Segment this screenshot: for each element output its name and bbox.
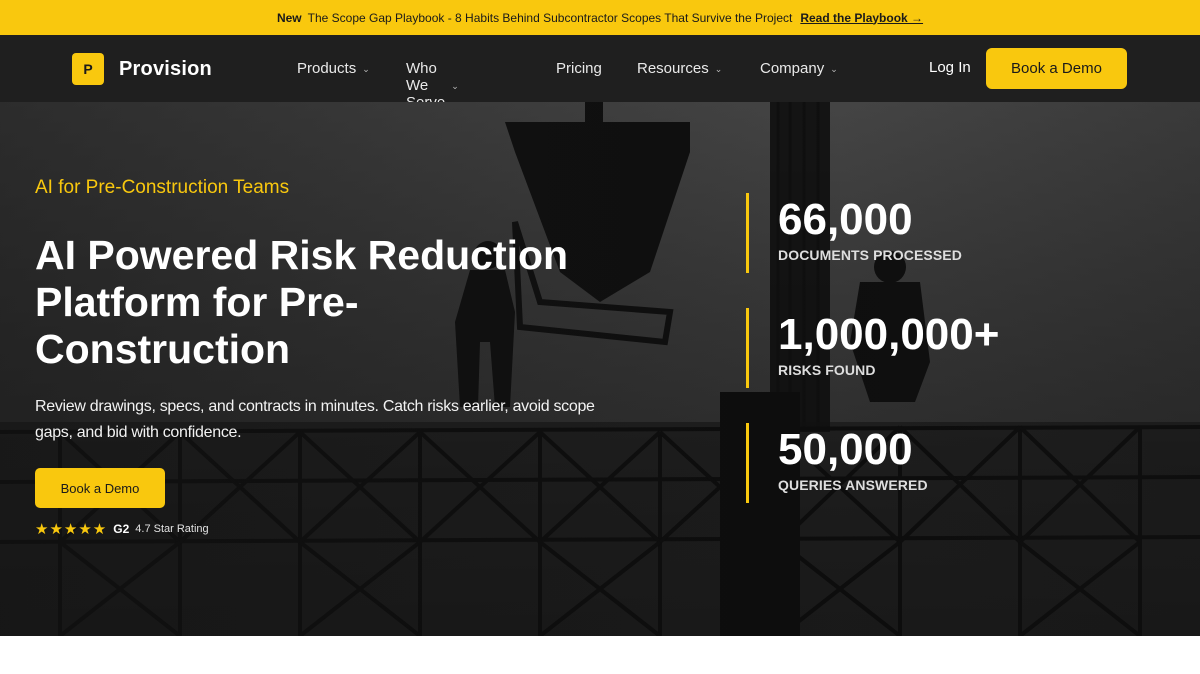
nav-item-resources[interactable]: Resources ⌄ [637,60,722,77]
stat-accent-bar [746,308,749,388]
nav-item-label: Resources [637,60,709,77]
chevron-down-icon: ⌄ [362,63,370,74]
logo-mark: P [72,53,104,85]
stat-risks: 1,000,000+ RISKS FOUND [746,308,1066,388]
nav-item-label: Products [297,60,357,77]
chevron-down-icon: ⌄ [830,63,838,74]
chevron-down-icon: ⌄ [451,80,459,91]
nav-item-label: Company [760,60,825,77]
stat-accent-bar [746,193,749,273]
nav-item-label: Pricing [556,60,602,77]
nav-item-products[interactable]: Products ⌄ [297,60,370,77]
hero-book-demo-button[interactable]: Book a Demo [35,468,165,508]
announcement-tag: New [276,10,302,25]
stat-accent-bar [746,423,749,503]
stat-label: QUERIES ANSWERED [778,477,928,493]
hero-subtext: Review drawings, specs, and contracts in… [35,398,595,441]
g2-logo: G2 [113,522,130,536]
brand-logo[interactable]: P Provision [72,53,212,85]
stat-value: 50,000 [778,425,913,474]
announcement-text: The Scope Gap Playbook - 8 Habits Behind… [307,10,793,25]
navbar: P Provision Products ⌄ Who We Serve ⌄ Pr… [0,35,1200,111]
announcement-bar: New The Scope Gap Playbook - 8 Habits Be… [0,0,1200,35]
stat-label: RISKS FOUND [778,362,876,378]
book-demo-button[interactable]: Book a Demo [986,48,1127,89]
hero-eyebrow: AI for Pre-Construction Teams [35,177,290,198]
stat-value: 66,000 [778,195,913,244]
stat-label: DOCUMENTS PROCESSED [778,247,962,263]
login-link[interactable]: Log In [929,59,971,76]
nav-item-pricing[interactable]: Pricing [556,60,602,77]
g2-rating: ★★★★★ G2 4.7 Star Rating [35,520,209,538]
hero-headline: AI Powered Risk Reduction Platform for P… [35,232,569,372]
star-icon: ★★★★★ [35,521,108,538]
stat-documents: 66,000 DOCUMENTS PROCESSED [746,193,1066,273]
stat-queries: 50,000 QUERIES ANSWERED [746,423,1066,503]
page-body-start [0,636,1200,674]
rating-text: 4.7 Star Rating [135,523,209,535]
hero-section: AI for Pre-Construction Teams AI Powered… [0,102,1200,636]
chevron-down-icon: ⌄ [714,63,723,74]
announcement-link[interactable]: Read the Playbook → [800,11,923,25]
nav-item-company[interactable]: Company ⌄ [760,60,838,77]
brand-name: Provision [119,57,212,80]
stat-value: 1,000,000+ [778,310,1000,359]
